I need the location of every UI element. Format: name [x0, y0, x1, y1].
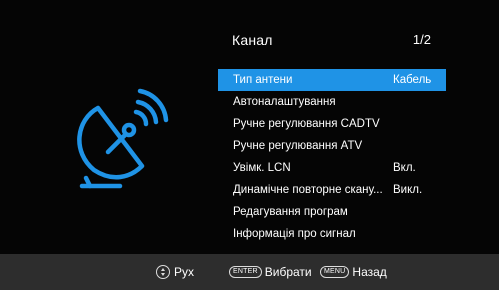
- menu-title: Канал: [232, 32, 273, 48]
- menu-item-label: Динамічне повторне скану...: [233, 184, 383, 196]
- page-indicator: 1/2: [412, 32, 431, 47]
- menu-item-manual-atv[interactable]: Ручне регулювання ATV: [218, 135, 446, 157]
- menu-item-manual-cadtv[interactable]: Ручне регулювання CADTV: [218, 113, 446, 135]
- menu-item-signal-info[interactable]: Інформація про сигнал: [218, 223, 446, 245]
- menu-hint: MENU Назад: [320, 263, 387, 281]
- menu-header: Канал 1/2: [232, 28, 446, 56]
- move-hint-label: Рух: [174, 265, 195, 279]
- menu-item-value: Кабель: [393, 74, 432, 86]
- tv-menu-screen: Канал 1/2 Тип антени Кабель Автоналаштув…: [0, 0, 499, 290]
- menu-item-label: Автоналаштування: [233, 96, 336, 108]
- menu-item-label: Ручне регулювання CADTV: [233, 118, 380, 130]
- menu-item-value: Вкл.: [393, 162, 416, 174]
- menu-item-program-edit[interactable]: Редагування програм: [218, 201, 446, 223]
- enter-hint-label: Вибрати: [264, 265, 312, 279]
- enter-hint: ENTER Вибрати: [229, 263, 312, 281]
- footer-hints: Рух ENTER Вибрати MENU Назад: [0, 254, 499, 290]
- move-hint: Рух: [156, 263, 194, 281]
- menu-hint-label: Назад: [352, 265, 387, 279]
- menu-item-auto-tuning[interactable]: Автоналаштування: [218, 91, 446, 113]
- menu-item-lcn[interactable]: Увімк. LCN Вкл.: [218, 157, 446, 179]
- up-down-arrows-icon: [156, 265, 170, 279]
- menu-item-label: Тип антени: [233, 74, 293, 86]
- menu-item-label: Інформація про сигнал: [233, 228, 356, 240]
- enter-key-badge: ENTER: [229, 266, 262, 278]
- channel-menu: Тип антени Кабель Автоналаштування Ручне…: [218, 69, 446, 245]
- menu-key-badge: MENU: [320, 266, 350, 278]
- menu-item-dynamic-rescan[interactable]: Динамічне повторне скану... Викл.: [218, 179, 446, 201]
- satellite-dish-icon: [68, 82, 176, 192]
- menu-item-label: Ручне регулювання ATV: [233, 140, 363, 152]
- menu-item-antenna-type[interactable]: Тип антени Кабель: [218, 69, 446, 91]
- menu-item-label: Редагування програм: [233, 206, 348, 218]
- menu-item-value: Викл.: [393, 184, 423, 196]
- menu-item-label: Увімк. LCN: [233, 162, 291, 174]
